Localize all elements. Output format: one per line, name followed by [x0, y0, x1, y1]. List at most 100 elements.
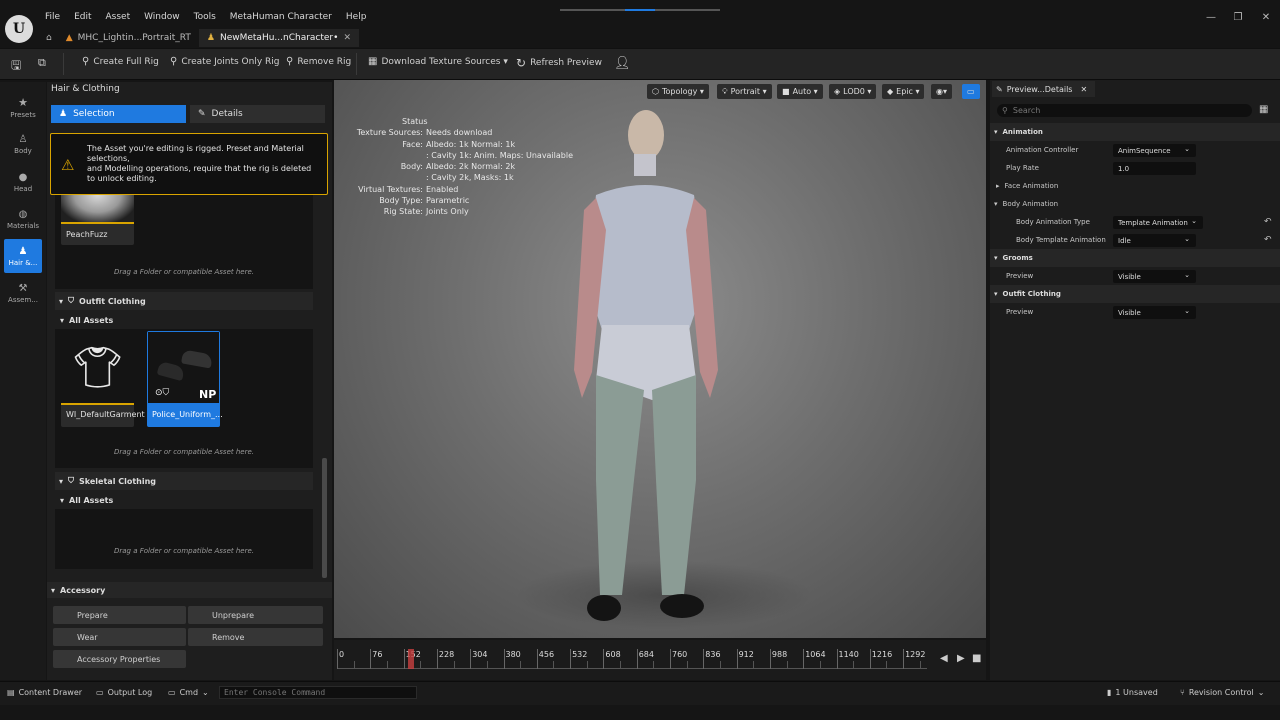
pencil-icon: ✎ — [198, 109, 206, 119]
fullscreen-toggle[interactable]: ▭ — [962, 84, 980, 99]
collapse-arrow-icon: ▾ — [60, 495, 65, 505]
outfit-tile-default-garment[interactable]: 👕︎ WI_DefaultGarment — [61, 331, 145, 427]
remove-rig-button[interactable]: ⚲ Remove Rig — [286, 56, 351, 67]
tab-selection[interactable]: ♟ Selection — [51, 105, 186, 123]
create-full-rig-button[interactable]: ⚲ Create Full Rig — [82, 56, 159, 67]
body-icon: ♙ — [18, 133, 28, 145]
body-animation-type-dropdown[interactable]: Template Animation ⌄ — [1113, 216, 1203, 229]
menu-file[interactable]: File — [38, 12, 67, 22]
console-command-input[interactable] — [219, 686, 417, 699]
cmd-dropdown[interactable]: ▭ Cmd ⌄ — [168, 688, 209, 697]
toolbar-divider — [63, 53, 64, 75]
panel-scrollbar[interactable] — [322, 458, 327, 578]
close-window-icon[interactable]: ✕ — [1252, 12, 1280, 23]
timeline-tick — [337, 649, 338, 669]
timeline-tick — [803, 649, 805, 669]
sidebar-item-materials[interactable]: ◍ Materials — [4, 202, 42, 236]
animation-controller-dropdown[interactable]: AnimSequence ⌄ — [1113, 144, 1196, 157]
tab-details[interactable]: ✎ Details — [190, 105, 325, 123]
peachfuzz-label: PeachFuzz — [66, 230, 108, 239]
category-grooms[interactable]: ▾ Grooms — [990, 249, 1280, 267]
lighting-dropdown[interactable]: 💡︎ Portrait ▾ — [717, 84, 772, 99]
user-icon[interactable]: 👤︎ — [614, 56, 631, 71]
timeline-tick-label: 760 — [672, 650, 688, 659]
download-texture-sources-button[interactable]: ▦ Download Texture Sources ▾ — [368, 56, 508, 67]
restore-icon[interactable]: ❐ — [1224, 12, 1252, 23]
grid-view-icon[interactable]: ▦ — [1259, 104, 1268, 115]
unprepare-button[interactable]: Unprepare — [188, 606, 323, 624]
prepare-button[interactable]: Prepare — [53, 606, 186, 624]
menu-tools[interactable]: Tools — [187, 12, 223, 22]
tab-metahuman-character[interactable]: ♟ NewMetaHu...nCharacter• ✕ — [198, 29, 359, 47]
timeline-tick — [769, 649, 771, 669]
character-head — [628, 110, 664, 160]
outfit-preview-dropdown[interactable]: Visible ⌄ — [1113, 306, 1196, 319]
timeline-tick-label: 304 — [472, 650, 488, 659]
home-icon[interactable]: ⌂ — [40, 29, 58, 47]
category-outfit-clothing[interactable]: ▾ Outfit Clothing — [990, 285, 1280, 303]
timeline-minor-tick — [886, 661, 888, 669]
step-back-icon[interactable]: ◀ — [940, 653, 948, 664]
lod-dropdown[interactable]: ◈ LOD0 ▾ — [829, 84, 877, 99]
minimize-icon[interactable]: — — [1197, 12, 1225, 23]
timeline-tick — [470, 649, 472, 669]
peachfuzz-tile[interactable]: PeachFuzz — [61, 195, 134, 245]
sidebar-item-assembly[interactable]: ⚒ Assem... — [4, 276, 42, 310]
character-torso — [586, 185, 706, 330]
timeline-playhead[interactable] — [407, 649, 414, 669]
unsaved-button[interactable]: ▮ 1 Unsaved — [1107, 688, 1158, 697]
output-log-button[interactable]: ▭ Output Log — [96, 688, 152, 697]
tab-lighting-portrait[interactable]: ▲ MHC_Lightin...Portrait_RT — [58, 29, 199, 47]
stop-icon[interactable]: ■ — [972, 653, 981, 664]
outfit-tile-police-uniform[interactable]: ⊙⛉ NP Police_Uniform_... — [147, 331, 223, 427]
tshirt-thumbnail: 👕︎ — [61, 331, 134, 403]
skeletal-section-header[interactable]: ▾ ⛉ Skeletal Clothing — [55, 472, 313, 490]
sidebar-item-hair-clothing[interactable]: ♟ Hair &... — [4, 239, 42, 273]
expand-arrow-icon: ▸ — [996, 182, 1000, 190]
menu-help[interactable]: Help — [339, 12, 374, 22]
skeletal-all-assets-header[interactable]: ▾ All Assets — [55, 491, 313, 509]
outfit-all-assets-header[interactable]: ▾ All Assets — [55, 311, 313, 329]
revision-control-button[interactable]: ⑂ Revision Control ⌄ — [1180, 688, 1264, 697]
play-icon[interactable]: ▶ — [957, 653, 965, 664]
remove-button[interactable]: Remove — [188, 628, 323, 646]
outfit-section-header[interactable]: ▾ ⛉ Outfit Clothing — [55, 292, 313, 310]
topology-dropdown[interactable]: ⬡ Topology ▾ — [647, 84, 709, 99]
save-icon[interactable]: 🖫 — [11, 56, 21, 77]
lod-icon: ◈ — [834, 87, 841, 96]
chevron-down-icon: ⌄ — [1184, 145, 1190, 153]
grooms-preview-dropdown[interactable]: Visible ⌄ — [1113, 270, 1196, 283]
play-rate-input[interactable]: 1.0 — [1113, 162, 1196, 175]
create-joints-only-rig-button[interactable]: ⚲ Create Joints Only Rig — [170, 56, 279, 67]
close-tab-icon[interactable]: ✕ — [1080, 85, 1087, 94]
sidebar-item-presets[interactable]: ★ Presets — [4, 90, 42, 124]
timeline-track[interactable]: 0761522283043804565326086847608369129881… — [337, 649, 927, 669]
body-animation-row[interactable]: ▾ Body Animation — [990, 195, 1280, 213]
camera-dropdown[interactable]: ■ Auto ▾ — [777, 84, 823, 99]
face-animation-row[interactable]: ▸ Face Animation — [990, 177, 1280, 195]
reset-icon[interactable]: ↶ — [1264, 217, 1272, 227]
sidebar-item-head[interactable]: ● Head — [4, 165, 42, 199]
hammer-icon: ⚒ — [18, 282, 28, 294]
tab-preview-details[interactable]: ✎ Preview...Details ✕ — [992, 81, 1095, 97]
body-template-animation-dropdown[interactable]: Idle ⌄ — [1113, 234, 1196, 247]
menu-edit[interactable]: Edit — [67, 12, 98, 22]
menu-metahuman-character[interactable]: MetaHuman Character — [223, 12, 339, 22]
view-options-dropdown[interactable]: ◉▾ — [931, 84, 952, 99]
sidebar-item-body[interactable]: ♙ Body — [4, 127, 42, 161]
quality-dropdown[interactable]: ◆ Epic ▾ — [882, 84, 925, 99]
search-field[interactable]: ⚲ Search — [997, 104, 1252, 117]
browse-icon[interactable]: ⧉ — [38, 56, 46, 70]
close-tab-icon[interactable]: ✕ — [343, 33, 351, 43]
accessory-section-header[interactable]: ▾ Accessory — [47, 582, 332, 598]
category-animation[interactable]: ▾ Animation — [990, 123, 1280, 141]
wear-button[interactable]: Wear — [53, 628, 186, 646]
unreal-logo-icon[interactable]: U — [5, 15, 33, 43]
character-right-shoe — [660, 594, 704, 618]
accessory-properties-button[interactable]: Accessory Properties — [53, 650, 186, 668]
refresh-preview-button[interactable]: ↻ Refresh Preview — [516, 56, 602, 70]
reset-icon[interactable]: ↶ — [1264, 235, 1272, 245]
menu-asset[interactable]: Asset — [99, 12, 138, 22]
content-drawer-button[interactable]: ▤ Content Drawer — [7, 688, 82, 697]
menu-window[interactable]: Window — [137, 12, 187, 22]
